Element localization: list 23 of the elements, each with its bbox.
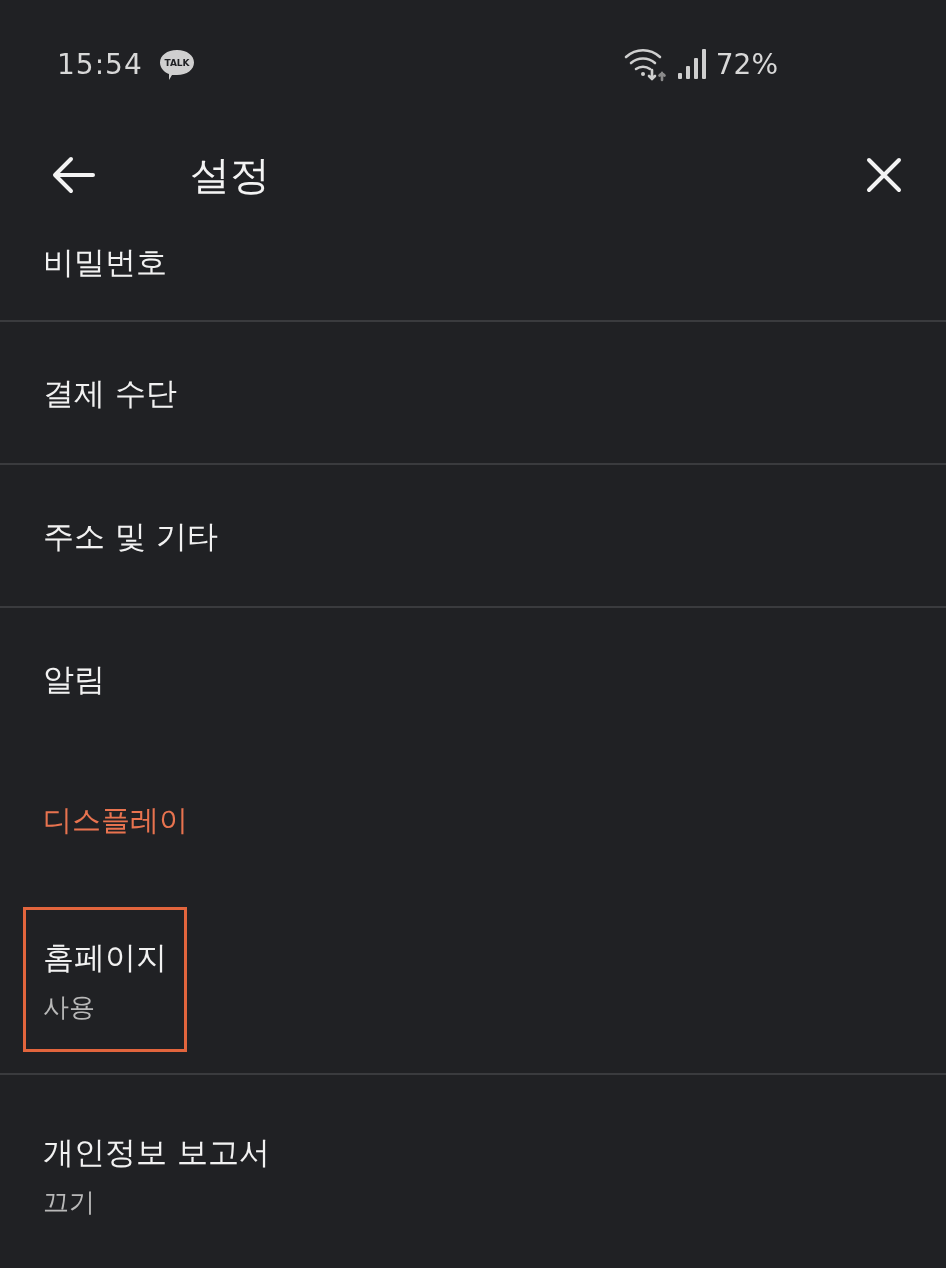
settings-item[interactable]: 알림	[0, 608, 946, 751]
item-value: 끄기	[43, 1186, 96, 1219]
item-title: 홈페이지	[43, 938, 167, 977]
item-value: 사용	[43, 991, 96, 1024]
battery-percent: 72%	[715, 47, 778, 81]
settings-item[interactable]: 개인정보 보고서 끄기	[0, 1075, 946, 1268]
settings-item[interactable]: 홈페이지 사용	[0, 880, 946, 1075]
signal-icon	[677, 49, 706, 79]
chat-notification-badge: TALK	[158, 49, 195, 81]
close-icon[interactable]	[866, 157, 902, 193]
settings-item[interactable]: 주소 및 기타	[0, 465, 946, 608]
item-title: 알림	[43, 659, 105, 699]
item-title: 주소 및 기타	[43, 516, 218, 556]
wifi-icon	[623, 46, 668, 82]
back-arrow-icon[interactable]	[52, 156, 95, 194]
settings-item[interactable]: 결제 수단	[0, 322, 946, 465]
item-title: 개인정보 보고서	[43, 1133, 270, 1172]
page-title: 설정	[190, 150, 270, 200]
item-title: 비밀번호	[43, 243, 167, 282]
status-time: 15:54	[57, 47, 143, 81]
item-title: 결제 수단	[43, 373, 177, 413]
settings-item[interactable]: 비밀번호	[0, 240, 946, 322]
section-heading: 디스플레이	[43, 801, 188, 839]
